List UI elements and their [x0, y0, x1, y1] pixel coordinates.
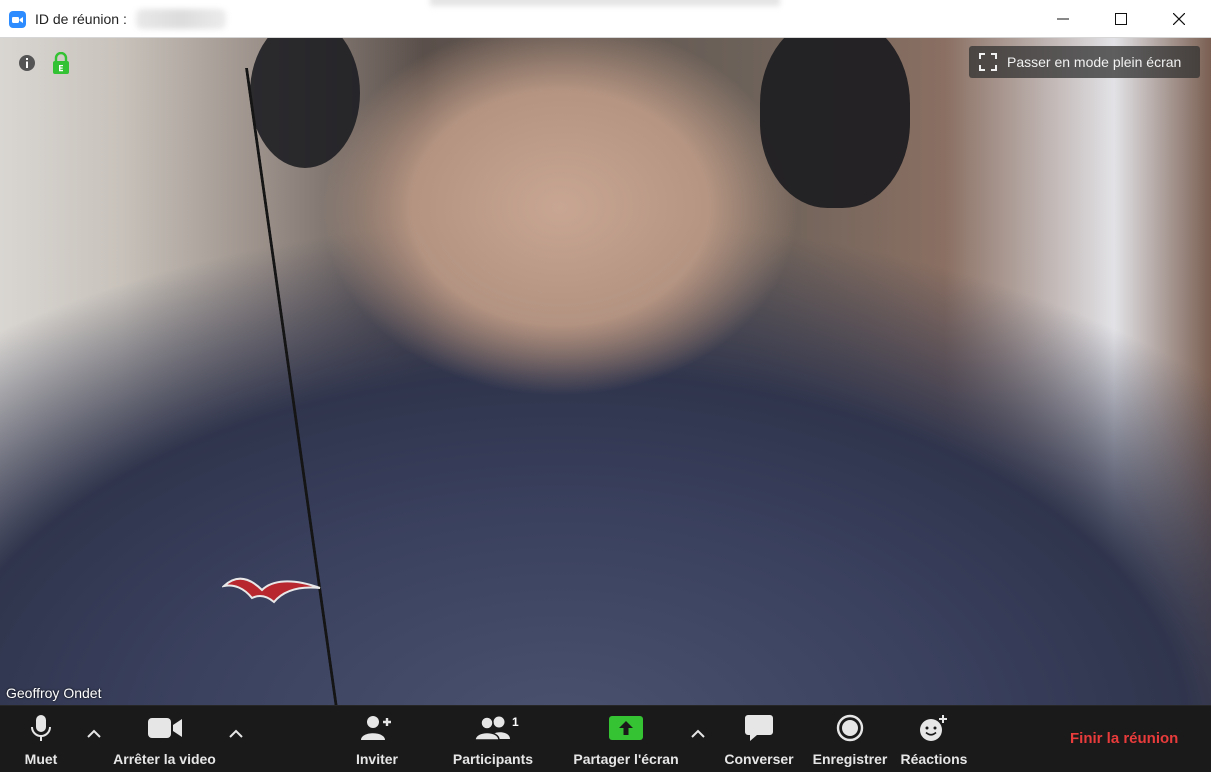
end-meeting-button[interactable]: Finir la réunion: [1070, 730, 1178, 747]
chat-button[interactable]: Converser: [720, 706, 798, 772]
fullscreen-icon: [979, 53, 997, 71]
close-button[interactable]: [1150, 0, 1208, 38]
info-icon[interactable]: [19, 55, 35, 71]
video-options-button[interactable]: [226, 723, 246, 743]
participants-icon: [475, 716, 510, 741]
window-title: ID de réunion :: [35, 11, 127, 27]
reactions-label: Réactions: [900, 751, 968, 767]
maximize-button[interactable]: [1092, 0, 1150, 38]
maximize-icon: [1115, 13, 1127, 25]
meeting-toolbar: Muet Arrêter la video Inviter Participan…: [0, 705, 1211, 772]
minimize-icon: [1057, 18, 1069, 20]
video-camera-icon: [147, 718, 182, 738]
chevron-up-icon: [87, 729, 101, 738]
stop-video-button[interactable]: Arrêter la video: [106, 706, 223, 772]
invite-button[interactable]: Inviter: [347, 706, 407, 772]
video-feed[interactable]: [0, 38, 1211, 705]
share-screen-button[interactable]: Partager l'écran: [566, 706, 686, 772]
video-shape-headphone-right: [760, 38, 910, 208]
audio-options-button[interactable]: [84, 723, 104, 743]
participants-count-badge: 1: [512, 715, 519, 729]
participants-button[interactable]: Participants: [448, 706, 538, 772]
lock-icon[interactable]: [52, 52, 70, 74]
participants-label: Participants: [452, 751, 534, 767]
invite-icon: [361, 716, 391, 740]
shirt-logo-graphic: [222, 577, 321, 604]
close-icon: [1173, 13, 1185, 25]
video-label: Arrêter la video: [113, 751, 216, 767]
share-screen-icon: [609, 716, 643, 740]
video-shape-headphone-left: [250, 38, 360, 168]
invite-label: Inviter: [355, 751, 398, 767]
fullscreen-label: Passer en mode plein écran: [1007, 54, 1182, 70]
reactions-icon: [920, 715, 947, 741]
app-icon: [9, 11, 26, 28]
mute-label: Muet: [24, 751, 58, 767]
reactions-button[interactable]: Réactions: [898, 706, 970, 772]
participant-name-tag: Geoffroy Ondet: [6, 685, 102, 701]
share-label: Partager l'écran: [573, 751, 679, 767]
chat-icon: [745, 715, 773, 741]
title-bar: ID de réunion :: [0, 0, 1211, 38]
share-options-button[interactable]: [688, 723, 708, 743]
mute-button[interactable]: Muet: [16, 706, 66, 772]
chat-label: Converser: [724, 751, 794, 767]
minimize-button[interactable]: [1034, 0, 1092, 38]
title-ghost-text: [430, 0, 780, 6]
record-icon: [836, 714, 864, 742]
chevron-up-icon: [229, 729, 243, 738]
record-button[interactable]: Enregistrer: [810, 706, 890, 772]
meeting-id-redacted: [136, 9, 226, 29]
record-label: Enregistrer: [812, 751, 888, 767]
microphone-icon: [31, 715, 51, 741]
fullscreen-button[interactable]: Passer en mode plein écran: [969, 46, 1200, 78]
chevron-up-icon: [691, 729, 705, 738]
